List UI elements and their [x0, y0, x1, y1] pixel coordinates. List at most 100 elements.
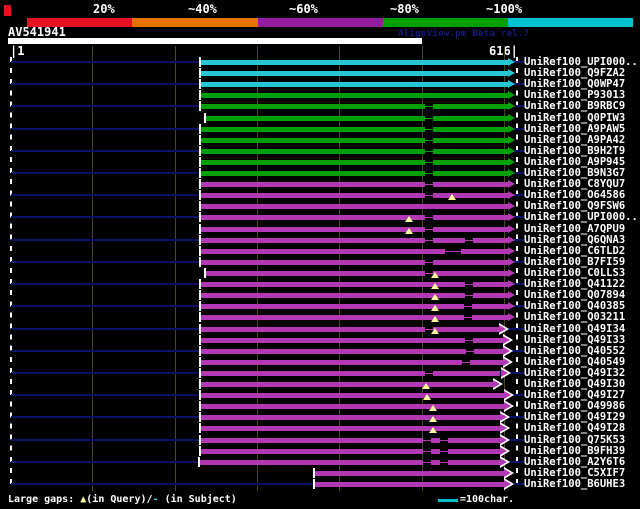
- subject-gap-line: [452, 250, 461, 252]
- alignment-bar[interactable]: [200, 359, 503, 365]
- alignment-start-tick: [199, 401, 202, 412]
- alignment-bar[interactable]: [200, 226, 508, 232]
- hit-label[interactable]: UniRef100_B9RBC9: [524, 101, 625, 112]
- alignment-start-tick: [199, 156, 202, 167]
- query-gap-marker: [423, 394, 432, 401]
- alignment-start-tick: [199, 179, 202, 190]
- hit-label[interactable]: UniRef100_Q49I33: [524, 334, 625, 346]
- alignment-bar[interactable]: [200, 404, 504, 410]
- hit-label[interactable]: UniRef100_A9PAW5: [524, 123, 625, 135]
- gridline: [92, 46, 93, 491]
- arrow-right-icon: [507, 313, 515, 322]
- arrow-right-icon: [507, 157, 515, 166]
- alignment-bar[interactable]: [200, 337, 503, 343]
- query-gap-marker: [405, 216, 414, 223]
- arrow-right-icon: [507, 280, 515, 289]
- alignment-bar[interactable]: [200, 60, 508, 65]
- alignment-bar[interactable]: [200, 326, 499, 332]
- alignment-start-tick: [204, 267, 207, 278]
- query-sequence-bar: [8, 38, 422, 44]
- subject-gap-line: [424, 161, 433, 163]
- alignment-bar[interactable]: [200, 437, 500, 443]
- alignment-bar[interactable]: [200, 348, 503, 354]
- alignment-bar[interactable]: [313, 470, 504, 476]
- alignment-bar[interactable]: [200, 237, 508, 243]
- arrow-right-icon: [507, 246, 515, 255]
- alignment-bar[interactable]: [200, 71, 508, 77]
- arrow-right-icon: [507, 124, 515, 133]
- alignment-bar[interactable]: [200, 104, 508, 110]
- scale-label-80: ~80%: [390, 2, 419, 16]
- alignment-bar[interactable]: [200, 159, 508, 165]
- alignment-bar[interactable]: [205, 115, 508, 121]
- arrow-right-inner: [503, 468, 511, 477]
- alignment-bar[interactable]: [200, 259, 508, 265]
- alignment-start-tick: [199, 434, 202, 445]
- alignment-bar[interactable]: [200, 415, 500, 421]
- hit-label[interactable]: UniRef100_Q0PIW3: [524, 112, 625, 124]
- arrow-right-inner: [499, 435, 507, 444]
- alignment-bar[interactable]: [200, 148, 508, 154]
- hit-label[interactable]: UniRef100_B6UHE3: [524, 478, 625, 490]
- alignment-start-tick: [204, 112, 207, 123]
- arrow-right-inner: [499, 446, 507, 455]
- alignment-bar[interactable]: [200, 215, 508, 221]
- query-gap-marker: [430, 283, 439, 290]
- alignment-start-tick: [199, 345, 202, 356]
- alignment-bar[interactable]: [200, 182, 508, 188]
- subject-gap-line: [463, 317, 472, 319]
- arrow-right-inner: [499, 424, 507, 433]
- hit-label[interactable]: UniRef100_Q75K53: [524, 434, 625, 446]
- arrow-right-icon: [507, 169, 515, 178]
- arrow-right-icon: [507, 113, 515, 122]
- alignment-bar[interactable]: [205, 270, 508, 276]
- hit-label[interactable]: UniRef100_Q49I28: [524, 423, 625, 434]
- alignment-start-tick: [199, 445, 202, 456]
- alignment-bar[interactable]: [200, 304, 508, 310]
- scale-label-20: 20%: [93, 2, 115, 16]
- alignment-start-tick: [199, 90, 202, 101]
- hit-label[interactable]: UniRef100_Q49I34: [524, 323, 625, 335]
- alignment-bar[interactable]: [200, 448, 500, 454]
- subject-gap-line: [444, 250, 453, 252]
- alignment-bar[interactable]: [199, 459, 500, 465]
- subject-gap-line: [424, 217, 433, 219]
- alignment-bar[interactable]: [200, 82, 508, 88]
- alignment-bar[interactable]: [200, 93, 508, 99]
- alignment-bar[interactable]: [200, 426, 500, 432]
- subject-gap-line: [424, 228, 433, 230]
- subject-gap-line: [465, 284, 474, 286]
- subject-gap-line: [424, 106, 433, 108]
- subject-gap-line: [424, 239, 433, 241]
- alignment-bar[interactable]: [200, 204, 508, 210]
- arrow-right-inner: [499, 413, 507, 422]
- arrow-right-icon: [507, 91, 515, 100]
- alignment-bar[interactable]: [200, 171, 508, 177]
- alignment-bar[interactable]: [313, 481, 504, 487]
- display-end-dashed-line: [516, 57, 518, 490]
- gridline: [339, 46, 340, 491]
- alignment-bar[interactable]: [200, 393, 504, 399]
- hit-label[interactable]: UniRef100_UPI000..: [524, 212, 638, 223]
- alignment-bar[interactable]: [200, 370, 501, 376]
- alignment-bar[interactable]: [200, 137, 508, 143]
- hit-label[interactable]: UniRef100_Q03211: [524, 312, 625, 323]
- alignment-start-tick: [199, 323, 202, 334]
- alignment-bar[interactable]: [200, 126, 508, 132]
- alignment-start-tick: [312, 478, 315, 489]
- alignment-start-tick: [199, 290, 202, 301]
- alignment-bar[interactable]: [200, 248, 508, 254]
- hit-label[interactable]: UniRef100_A7QPU9: [524, 223, 625, 235]
- subject-gap-line: [465, 295, 474, 297]
- subject-gap-line: [439, 450, 448, 452]
- subject-gap-line: [422, 461, 431, 463]
- alignment-bar[interactable]: [200, 282, 508, 288]
- alignment-bar[interactable]: [200, 293, 508, 299]
- alignment-start-tick: [199, 334, 202, 345]
- alignment-bar[interactable]: [200, 193, 508, 199]
- gridline: [422, 46, 423, 491]
- alignment-start-tick: [199, 101, 202, 112]
- subject-gap-line: [465, 239, 474, 241]
- alignment-bar[interactable]: [200, 315, 508, 321]
- alignment-bar[interactable]: [200, 382, 494, 388]
